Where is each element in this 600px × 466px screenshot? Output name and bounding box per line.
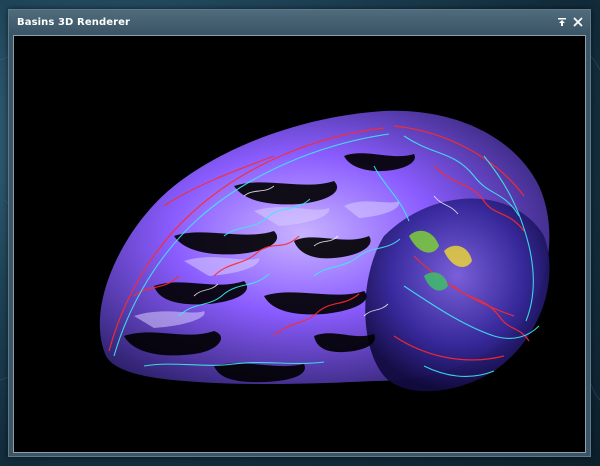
window-title: Basins 3D Renderer (17, 16, 131, 28)
brain-surface-render (99, 110, 550, 392)
render-viewport[interactable] (13, 35, 586, 453)
renderer-window: Basins 3D Renderer (8, 9, 591, 457)
window-controls (556, 16, 584, 28)
window-titlebar[interactable]: Basins 3D Renderer (9, 10, 590, 34)
pin-icon[interactable] (556, 16, 568, 28)
close-icon[interactable] (572, 16, 584, 28)
